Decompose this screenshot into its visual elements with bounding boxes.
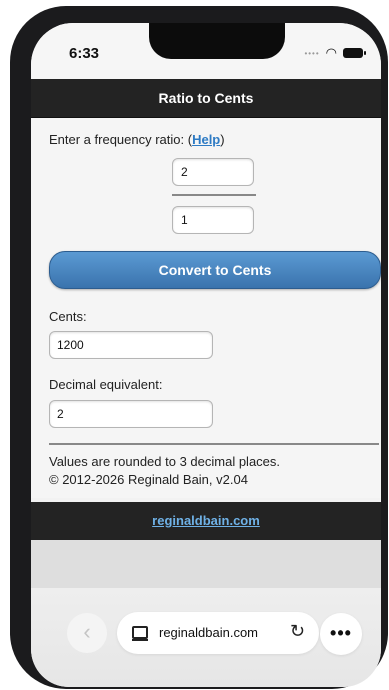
chevron-left-icon: ‹ <box>83 619 91 644</box>
copyright-note: © 2012-2026 Reginald Bain, v2.04 <box>49 472 248 487</box>
tabs-icon[interactable] <box>132 626 148 641</box>
ratio-prompt: Enter a frequency ratio: (Help) <box>49 132 225 147</box>
denominator-input[interactable]: 1 <box>172 206 254 234</box>
wifi-icon: ◠ <box>325 45 337 60</box>
status-icons: •••• ◠ <box>304 45 366 61</box>
url-text[interactable]: reginaldbain.com <box>159 625 258 640</box>
browser-toolbar: ‹ reginaldbain.com ↻ ••• <box>31 588 381 687</box>
main-content: Enter a frequency ratio: (Help) 2 1 Conv… <box>31 118 381 498</box>
help-link[interactable]: Help <box>192 132 220 147</box>
cellular-signal-icon: •••• <box>304 48 320 58</box>
cents-label: Cents: <box>49 309 87 324</box>
page-title: Ratio to Cents <box>158 90 254 106</box>
decimal-output[interactable]: 2 <box>49 400 213 428</box>
numerator-input[interactable]: 2 <box>172 158 254 186</box>
notch <box>149 23 285 59</box>
cents-output[interactable]: 1200 <box>49 331 213 359</box>
status-time: 6:33 <box>69 45 100 62</box>
url-bar[interactable]: reginaldbain.com ↻ <box>117 612 319 654</box>
phone-frame: 6:33 •••• ◠ Ratio to Cents Enter a frequ… <box>10 6 388 689</box>
more-button[interactable]: ••• <box>320 613 362 655</box>
divider <box>49 443 379 445</box>
footer-link[interactable]: reginaldbain.com <box>152 513 260 528</box>
prompt-close: ) <box>220 132 225 147</box>
battery-icon <box>343 48 366 58</box>
fraction-bar <box>172 194 256 196</box>
rounding-note: Values are rounded to 3 decimal places. <box>49 454 281 469</box>
status-bar: 6:33 •••• ◠ <box>31 23 381 79</box>
app-header: Ratio to Cents <box>31 79 381 118</box>
back-button[interactable]: ‹ <box>67 613 107 653</box>
decimal-label: Decimal equivalent: <box>49 377 163 392</box>
phone-screen: 6:33 •••• ◠ Ratio to Cents Enter a frequ… <box>31 23 381 687</box>
app-footer: reginaldbain.com <box>31 502 381 540</box>
more-icon: ••• <box>330 623 352 643</box>
prompt-label: Enter a frequency ratio: ( <box>49 132 193 147</box>
reload-icon[interactable]: ↻ <box>290 621 305 642</box>
convert-button[interactable]: Convert to Cents <box>49 251 381 289</box>
